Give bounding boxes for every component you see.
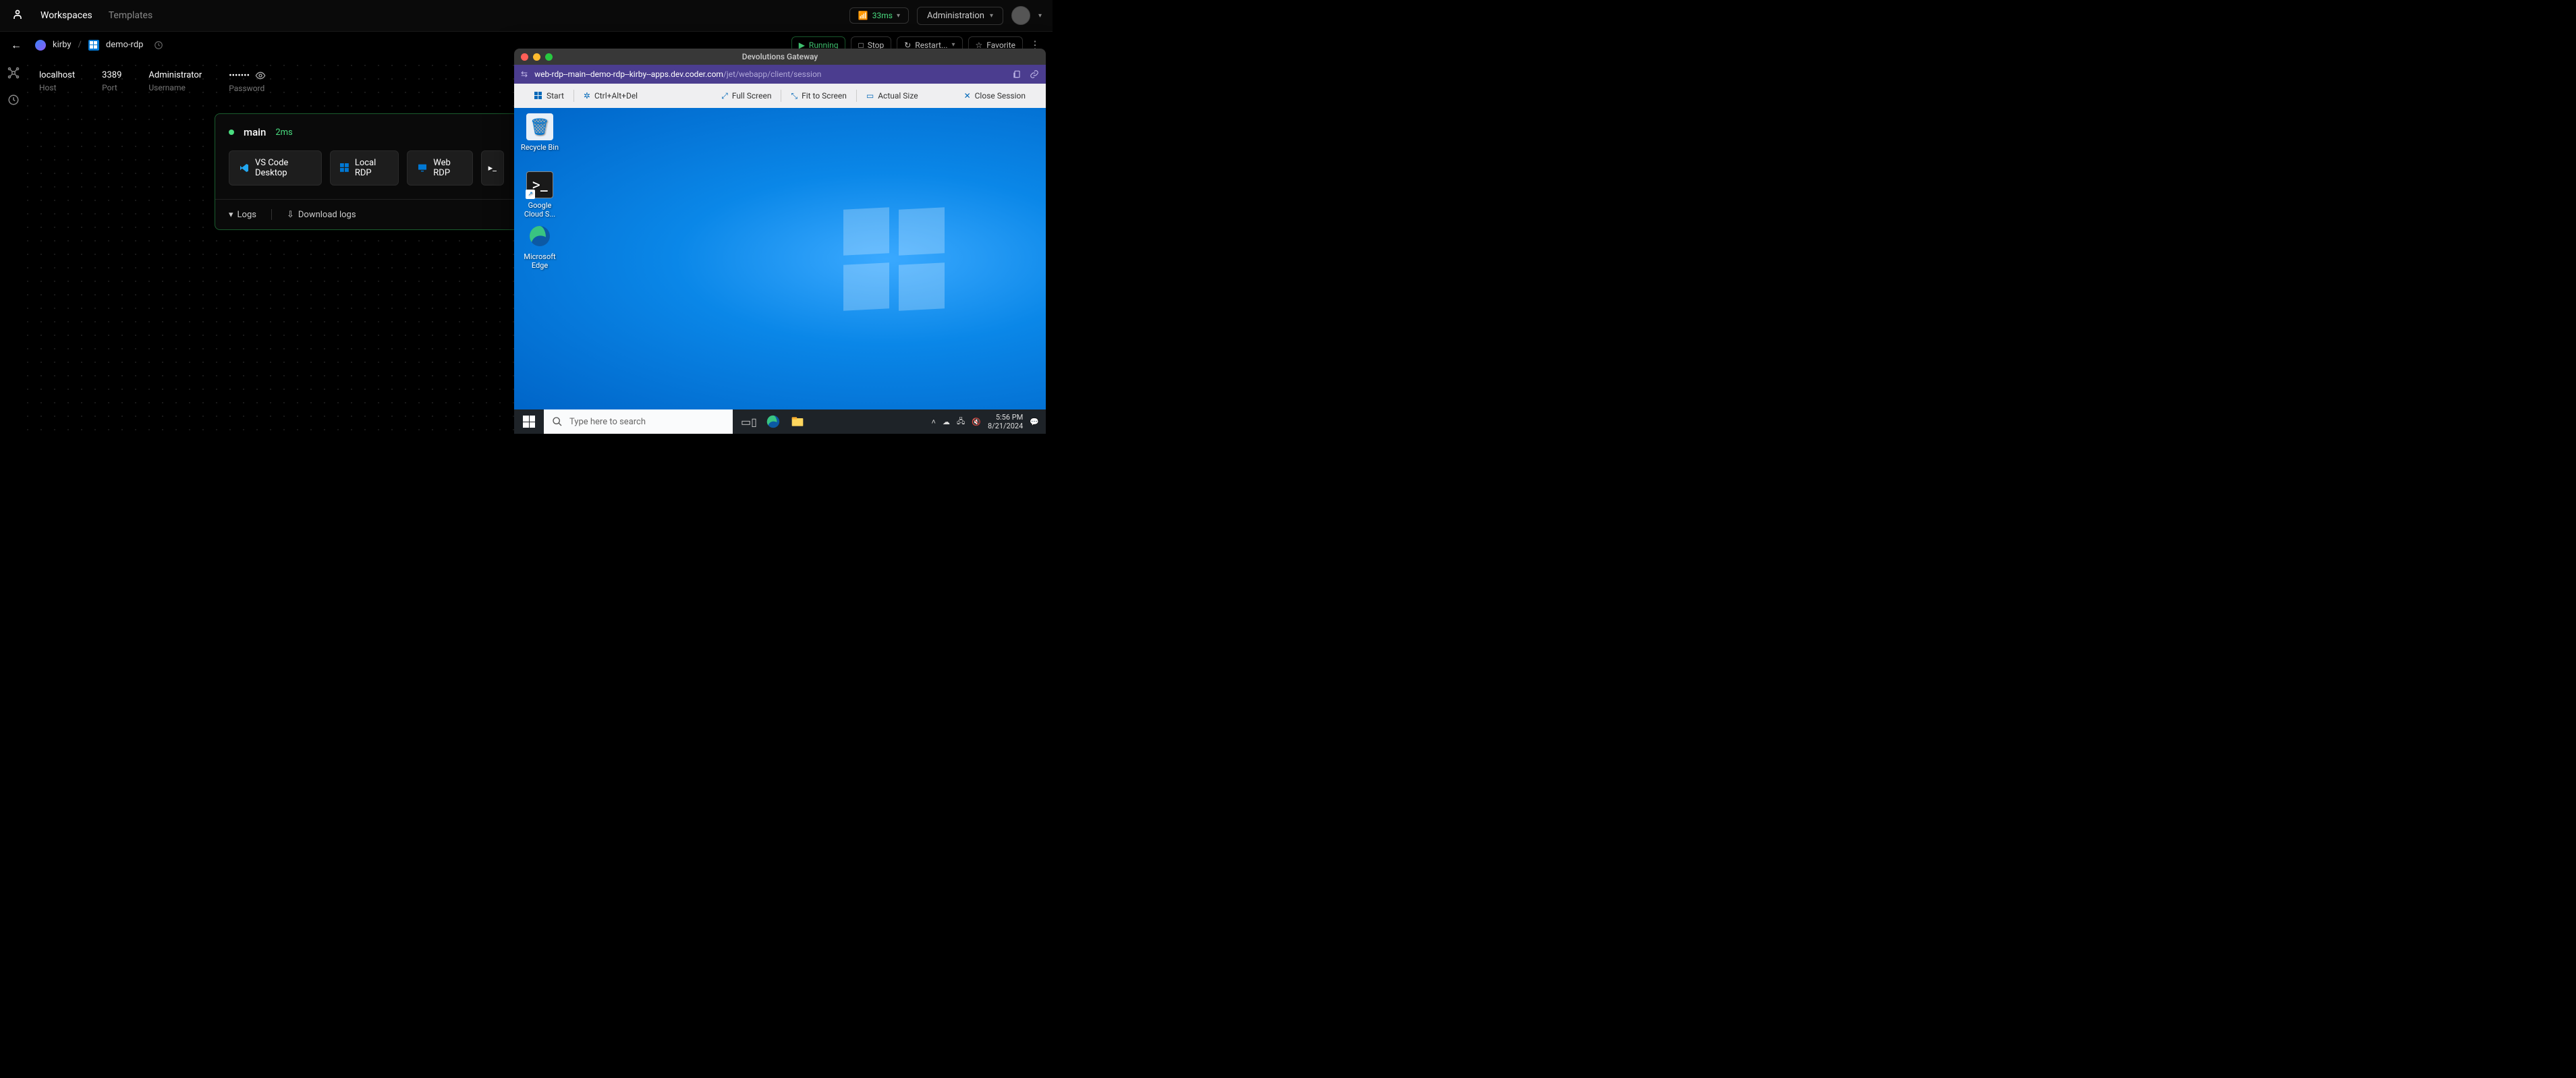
vscode-button[interactable]: VS Code Desktop — [229, 150, 322, 186]
rdp-window: Devolutions Gateway ⇆ web-rdp--main--dem… — [514, 49, 1046, 434]
nav-templates[interactable]: Templates — [109, 10, 153, 21]
windows-desktop[interactable]: 🗑 Recycle Bin >_↗ Google Cloud S... Micr… — [514, 108, 1046, 409]
tray-chevron-icon[interactable]: ˄ — [932, 418, 936, 426]
breadcrumb-sep: / — [78, 40, 82, 50]
user-avatar[interactable] — [1011, 6, 1030, 25]
taskview-icon[interactable]: ▭▯ — [739, 412, 758, 431]
monitor-icon: ▭ — [866, 91, 874, 101]
eye-icon[interactable] — [255, 70, 266, 81]
gear-icon: ✲ — [584, 91, 590, 101]
taskbar-start-button[interactable] — [514, 409, 544, 434]
taskbar-search[interactable]: Type here to search — [544, 409, 733, 434]
breadcrumb-owner[interactable]: kirby — [53, 40, 72, 50]
fit-icon: ⤡ — [791, 91, 797, 101]
fullscreen-traffic-icon[interactable] — [545, 53, 553, 61]
host-value: localhost — [39, 70, 75, 80]
edge-icon — [526, 223, 553, 250]
clipboard-icon[interactable] — [1012, 69, 1021, 79]
status-dot-icon — [229, 130, 234, 135]
agent-name: main — [244, 126, 266, 138]
taskbar-explorer-icon[interactable] — [788, 412, 807, 431]
desktop-icon-google-cloud[interactable]: >_↗ Google Cloud S... — [520, 171, 560, 219]
more-app-button[interactable]: ▸_ — [481, 150, 504, 186]
taskbar-clock[interactable]: 5:56 PM 8/21/2024 — [988, 413, 1023, 430]
host-label: Host — [39, 83, 75, 92]
password-label: Password — [229, 84, 266, 93]
latency-indicator[interactable]: 📶 33ms ▾ — [849, 7, 909, 24]
chevron-down-icon: ▾ — [990, 12, 993, 20]
url-host: web-rdp--main--demo-rdp--kirby--apps.dev… — [534, 69, 723, 79]
owner-avatar-icon — [35, 40, 46, 51]
fit-button[interactable]: ⤡ Fit to Screen — [781, 91, 856, 101]
close-traffic-icon[interactable] — [521, 53, 528, 61]
terminal-icon: >_↗ — [526, 171, 553, 198]
shortcut-badge-icon: ↗ — [526, 190, 535, 199]
network-icon[interactable] — [7, 66, 20, 80]
desktop-icon-edge[interactable]: Microsoft Edge — [520, 223, 560, 270]
recycle-bin-icon: 🗑 — [526, 113, 553, 140]
breadcrumb-workspace[interactable]: demo-rdp — [106, 40, 144, 50]
desktop-icon-recycle-bin[interactable]: 🗑 Recycle Bin — [520, 113, 560, 152]
link-icon[interactable] — [1030, 69, 1039, 79]
windows-icon — [534, 92, 542, 100]
separator — [271, 209, 272, 220]
web-rdp-button[interactable]: Web RDP — [407, 150, 472, 186]
download-icon: ⇩ — [287, 210, 294, 220]
tray-cloud-icon[interactable]: ☁ — [943, 418, 950, 426]
vscode-icon — [239, 163, 250, 173]
fullscreen-button[interactable]: ⤢ Full Screen — [712, 91, 781, 101]
back-button[interactable]: ← — [11, 38, 22, 52]
actual-size-button[interactable]: ▭ Actual Size — [857, 91, 928, 101]
chevron-down-icon: ▾ — [897, 12, 900, 20]
logs-toggle[interactable]: ▾ Logs — [229, 210, 256, 220]
minimize-traffic-icon[interactable] — [533, 53, 540, 61]
close-session-button[interactable]: ✕ Close Session — [955, 91, 1035, 101]
windows-logo-icon — [843, 208, 945, 310]
signal-icon: 📶 — [858, 11, 868, 20]
agent-latency: 2ms — [275, 127, 292, 138]
cad-button[interactable]: ✲ Ctrl+Alt+Del — [574, 91, 647, 101]
admin-menu[interactable]: Administration ▾ — [917, 7, 1003, 25]
monitor-icon — [417, 163, 428, 173]
search-placeholder: Type here to search — [569, 417, 646, 427]
download-logs-button[interactable]: ⇩ Download logs — [287, 210, 356, 220]
window-title: Devolutions Gateway — [742, 52, 818, 61]
history-icon[interactable] — [154, 40, 163, 50]
nav-workspaces[interactable]: Workspaces — [40, 10, 92, 21]
chevron-down-icon[interactable]: ▾ — [1038, 12, 1042, 20]
connection-icon: ⇆ — [521, 69, 528, 79]
chevron-down-icon: ▾ — [951, 41, 955, 49]
username-label: Username — [148, 83, 202, 92]
terminal-icon: ▸_ — [488, 163, 497, 173]
admin-label: Administration — [927, 11, 984, 21]
password-value: ••••••• — [229, 71, 250, 81]
local-rdp-button[interactable]: Local RDP — [330, 150, 399, 186]
close-icon: ✕ — [964, 91, 971, 101]
windows-icon — [88, 40, 99, 51]
port-label: Port — [102, 83, 121, 92]
username-value: Administrator — [148, 70, 202, 80]
agent-card: main 2ms VS Code Desktop Local RDP Web — [215, 113, 518, 230]
url-path: /jet/webapp/client/session — [723, 69, 821, 79]
chevron-down-icon: ▾ — [229, 210, 233, 220]
port-value: 3389 — [102, 70, 121, 80]
logo-icon[interactable] — [11, 9, 24, 22]
tray-volume-icon[interactable]: 🔇 — [972, 418, 981, 426]
notifications-icon[interactable]: 💬 — [1030, 418, 1039, 426]
latency-value: 33ms — [872, 11, 893, 20]
expand-icon: ⤢ — [721, 91, 728, 101]
search-icon — [552, 416, 563, 427]
history-icon[interactable] — [7, 93, 20, 107]
windows-icon — [340, 163, 349, 173]
windows-icon — [523, 416, 535, 428]
start-button[interactable]: Start — [525, 91, 573, 101]
taskbar-edge-icon[interactable] — [764, 412, 783, 431]
tray-network-icon[interactable]: 🖧 — [957, 416, 965, 428]
